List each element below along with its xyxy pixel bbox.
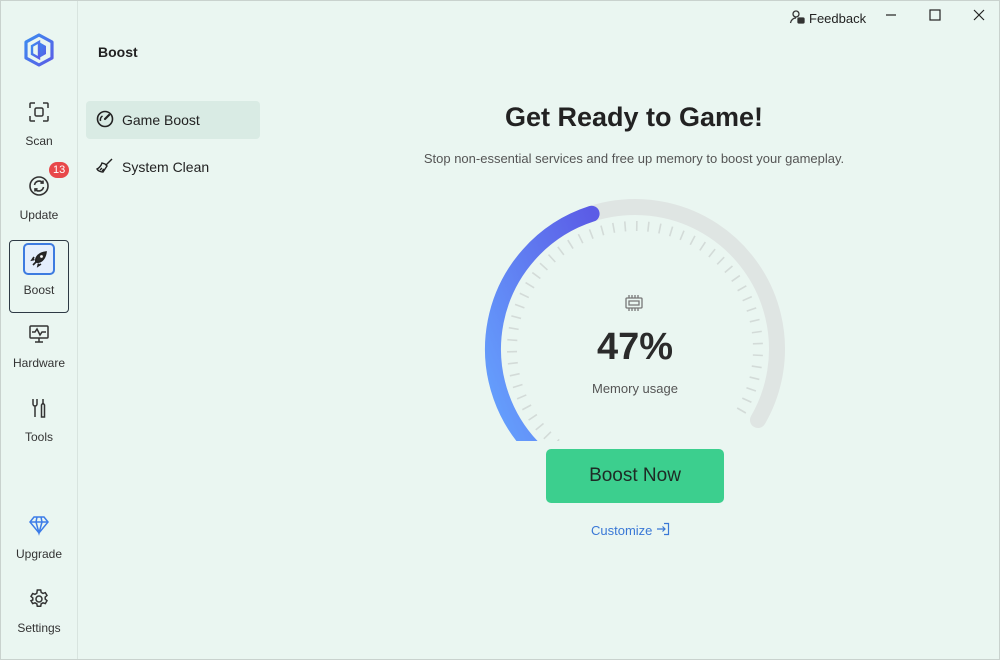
gauge-tick (751, 330, 762, 334)
gauge-tick (699, 241, 707, 251)
gauge-tick (531, 271, 541, 280)
rail-item-label: Update (19, 208, 59, 222)
gauge-tick (716, 256, 725, 265)
gauge-tick (658, 223, 662, 234)
gauge-tick (736, 407, 747, 414)
gauge-tick (737, 285, 747, 292)
rail-item-label: Tools (24, 430, 53, 444)
app-logo-icon (23, 33, 55, 67)
customize-label: Customize (591, 523, 653, 538)
gauge-tick (751, 365, 762, 369)
refresh-icon (27, 174, 51, 198)
gauge-tick (528, 413, 538, 421)
gauge-tick (731, 274, 741, 282)
gauge-tick (647, 221, 650, 232)
feedback-icon (789, 9, 805, 28)
subnav-item-game-boost[interactable]: Game Boost (86, 101, 260, 139)
feedback-label: Feedback (809, 11, 867, 26)
gauge-tick (521, 404, 532, 411)
gauge-tick (668, 226, 674, 237)
gauge-tick (752, 354, 763, 357)
gauge-tick (508, 326, 519, 331)
close-button[interactable] (969, 7, 989, 27)
rail-item-update[interactable]: 13 Update (9, 162, 70, 240)
gauge-tick (514, 303, 525, 309)
page-subtitle: Stop non-essential services and free up … (423, 151, 845, 166)
gauge-tick (525, 281, 535, 289)
gauge-tick (552, 438, 560, 448)
section-title: Boost (98, 44, 138, 60)
maximize-button[interactable] (925, 7, 945, 27)
gauge-tick (749, 318, 760, 323)
page-title: Get Ready to Game! (504, 102, 764, 132)
memory-label: Memory usage (592, 381, 678, 396)
minimize-icon (885, 8, 897, 26)
gauge-tick (507, 338, 518, 342)
gauge-tick (742, 295, 753, 302)
rocket-icon (23, 243, 55, 275)
rail-item-label: Hardware (12, 356, 66, 370)
gauge-tick (539, 262, 548, 271)
rail-item-boost[interactable]: Boost (9, 240, 69, 313)
gauge-tick (547, 254, 556, 263)
rail-item-settings[interactable]: Settings (9, 581, 69, 653)
gauge-tick (708, 248, 716, 258)
gauge-tick (741, 397, 752, 403)
monitor-pulse-icon (27, 322, 51, 346)
rail-item-hardware[interactable]: Hardware (9, 316, 69, 388)
rail-item-upgrade[interactable]: Upgrade (9, 507, 69, 579)
update-count-badge: 13 (49, 162, 70, 178)
rail-item-label: Boost (23, 283, 55, 297)
arrow-in-icon (656, 522, 670, 539)
rail-item-scan[interactable]: Scan (9, 94, 69, 166)
gauge-icon (96, 110, 114, 131)
app-window: Scan 13 Update Boost Hardware Tools Upgr… (0, 0, 1000, 660)
gauge-tick (600, 225, 605, 236)
gauge-tick (557, 246, 565, 256)
memory-chip-icon (623, 294, 645, 312)
subnav-label: Game Boost (122, 112, 200, 128)
gauge-tick (567, 239, 574, 249)
gauge-tick (543, 431, 552, 440)
feedback-button[interactable]: Feedback (789, 9, 866, 28)
rail-item-label: Settings (17, 621, 61, 635)
maximize-icon (929, 8, 941, 26)
memory-percent: 47% (596, 326, 674, 368)
gauge-tick (689, 235, 696, 246)
gauge-tick (623, 221, 627, 232)
gauge-tick (749, 376, 760, 381)
rail-item-tools[interactable]: Tools (9, 390, 69, 462)
wrench-screwdriver-icon (27, 396, 51, 420)
gauge-tick (511, 315, 522, 320)
gauge-tick (516, 394, 527, 400)
gauge-tick (724, 265, 733, 274)
gauge-tick (509, 372, 520, 377)
memory-gauge (475, 191, 795, 466)
gauge-tick (746, 386, 757, 392)
gauge-tick (507, 361, 518, 365)
gauge-tick (535, 422, 545, 431)
gauge-tick (679, 230, 685, 241)
scan-icon (27, 100, 51, 124)
broom-icon (96, 157, 114, 178)
boost-now-button[interactable]: Boost Now (546, 449, 724, 503)
close-icon (973, 8, 985, 26)
customize-link[interactable]: Customize (591, 522, 670, 539)
gear-icon (27, 587, 51, 611)
gauge-tick (519, 292, 530, 299)
gauge-tick (588, 229, 594, 239)
gauge-tick (512, 383, 523, 389)
diamond-icon (27, 513, 51, 537)
gauge-tick (611, 222, 616, 233)
rail-item-label: Scan (25, 134, 53, 148)
nav-rail: Scan 13 Update Boost Hardware Tools Upgr… (1, 1, 78, 659)
gauge-tick (577, 233, 584, 244)
minimize-button[interactable] (881, 7, 901, 27)
subnav-label: System Clean (122, 159, 210, 175)
rail-item-label: Upgrade (15, 547, 63, 561)
subnav-item-system-clean[interactable]: System Clean (86, 148, 260, 186)
gauge-tick (746, 307, 757, 312)
